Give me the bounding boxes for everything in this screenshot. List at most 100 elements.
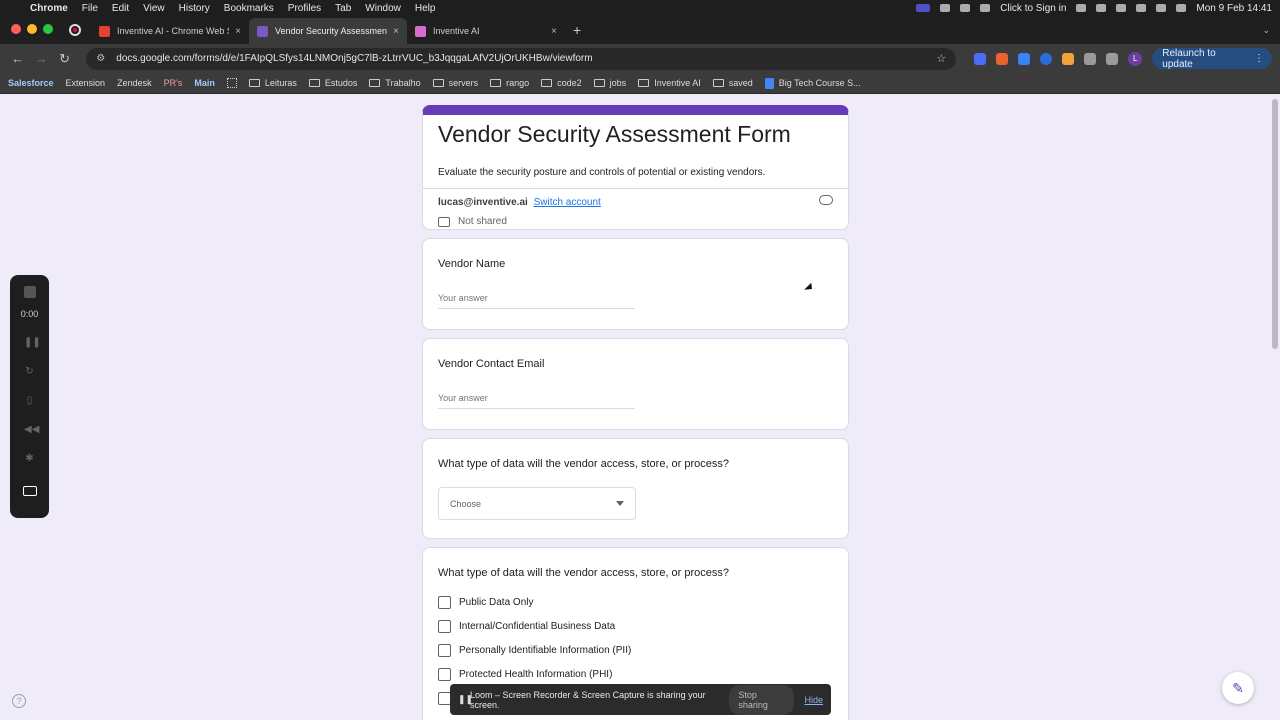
- menu-tab[interactable]: Tab: [335, 3, 351, 14]
- vendor-email-input[interactable]: Your answer: [438, 391, 635, 409]
- tab-vendor-security[interactable]: Vendor Security Assessment ×: [249, 18, 407, 44]
- bookmark-folder-rango[interactable]: rango: [490, 78, 529, 88]
- extension-badge-icon[interactable]: [1018, 52, 1031, 65]
- display-icon[interactable]: [1076, 4, 1087, 12]
- bookmark-folder-saved[interactable]: saved: [712, 78, 753, 88]
- restart-icon[interactable]: ↻: [24, 366, 35, 377]
- bookmark-big-tech-course[interactable]: Big Tech Course S...: [764, 77, 861, 89]
- bookmark-folder-servers[interactable]: servers: [432, 78, 479, 88]
- option-public-data[interactable]: Public Data Only: [438, 596, 533, 609]
- edit-pencil-icon[interactable]: ✎: [1222, 672, 1254, 704]
- relaunch-to-update-button[interactable]: Relaunch to update ⋮: [1152, 48, 1272, 70]
- help-icon[interactable]: ?: [12, 694, 26, 708]
- menu-history[interactable]: History: [179, 3, 210, 14]
- bookmark-folder-code2[interactable]: code2: [541, 78, 582, 88]
- menu-file[interactable]: File: [82, 3, 98, 14]
- close-tab-icon[interactable]: ×: [235, 26, 241, 37]
- data-type-dropdown[interactable]: Choose: [438, 487, 636, 520]
- menu-view[interactable]: View: [143, 3, 165, 14]
- option-label: Personally Identifiable Information (PII…: [459, 645, 632, 656]
- switch-account-link[interactable]: Switch account: [534, 197, 601, 208]
- extensions-puzzle-icon[interactable]: [1084, 52, 1097, 65]
- checkbox[interactable]: [438, 620, 451, 633]
- menu-profiles[interactable]: Profiles: [288, 3, 321, 14]
- menu-bookmarks[interactable]: Bookmarks: [224, 3, 274, 14]
- extension-icon[interactable]: [980, 4, 991, 12]
- close-window-button[interactable]: [11, 24, 21, 34]
- folder-icon: [712, 79, 724, 87]
- volume-icon[interactable]: [1116, 4, 1127, 12]
- extension-shield-icon[interactable]: [974, 52, 987, 65]
- extension-info-icon[interactable]: [1040, 52, 1053, 65]
- hide-banner-link[interactable]: Hide: [804, 695, 823, 705]
- stop-recording-icon[interactable]: [23, 286, 36, 298]
- tab-search-icon[interactable]: ⌄: [1262, 25, 1270, 36]
- option-label: Internal/Confidential Business Data: [459, 621, 616, 632]
- extension-spark-icon[interactable]: [1062, 52, 1075, 65]
- bookmark-folder-leituras[interactable]: Leituras: [248, 78, 297, 88]
- bookmark-folder-estudos[interactable]: Estudos: [308, 78, 357, 88]
- drawing-icon[interactable]: ✱: [24, 453, 35, 464]
- address-bar[interactable]: ⚙ docs.google.com/forms/d/e/1FAIpQLSfys1…: [86, 47, 957, 70]
- menu-window[interactable]: Window: [365, 3, 401, 14]
- new-tab-button[interactable]: +: [573, 22, 581, 38]
- option-pii[interactable]: Personally Identifiable Information (PII…: [438, 644, 631, 657]
- header-divider: [423, 188, 848, 189]
- menu-help[interactable]: Help: [415, 3, 436, 14]
- url-text[interactable]: docs.google.com/forms/d/e/1FAIpQLSfys14L…: [116, 53, 936, 64]
- minimize-window-button[interactable]: [27, 24, 37, 34]
- weather-icon[interactable]: [960, 4, 971, 12]
- option-internal-data[interactable]: Internal/Confidential Business Data: [438, 620, 615, 633]
- click-to-sign-in[interactable]: Click to Sign in: [1000, 3, 1066, 14]
- wifi-icon[interactable]: [1136, 4, 1147, 12]
- bookmark-folder-trabalho[interactable]: Trabalho: [369, 78, 421, 88]
- checkbox[interactable]: [438, 668, 451, 681]
- menu-app-name[interactable]: Chrome: [30, 3, 68, 14]
- bookmark-folder-jobs[interactable]: jobs: [593, 78, 626, 88]
- vendor-name-input[interactable]: Your answer: [438, 291, 635, 309]
- camera-icon[interactable]: [22, 486, 37, 496]
- cloud-save-icon: [819, 195, 833, 205]
- trash-icon[interactable]: ▯: [24, 395, 35, 406]
- page-scrollbar[interactable]: [1272, 99, 1278, 349]
- reload-icon[interactable]: ↻: [55, 51, 74, 67]
- control-center-icon[interactable]: [1176, 4, 1187, 12]
- tab-inventive-web-store[interactable]: Inventive AI - Chrome Web St ×: [91, 18, 249, 44]
- back-icon[interactable]: ←: [8, 51, 27, 66]
- close-tab-icon[interactable]: ×: [393, 26, 399, 37]
- bookmark-main[interactable]: Main: [194, 78, 215, 88]
- bookmark-prs[interactable]: PR's: [164, 78, 183, 88]
- folder-icon: [432, 79, 444, 87]
- screen-share-icon[interactable]: [916, 4, 931, 12]
- shield-icon[interactable]: [940, 4, 951, 12]
- stop-sharing-button[interactable]: Stop sharing: [729, 684, 795, 715]
- battery-icon[interactable]: [1096, 4, 1107, 12]
- bookmark-folder-inventive-ai[interactable]: Inventive AI: [638, 78, 701, 88]
- forward-icon[interactable]: →: [31, 51, 50, 66]
- option-label: Public Data Only: [459, 597, 534, 608]
- tab-inventive-ai[interactable]: Inventive AI ×: [407, 18, 565, 44]
- pause-icon[interactable]: ❚❚: [24, 337, 41, 348]
- apps-grid-icon[interactable]: [226, 78, 237, 88]
- bookmark-extension[interactable]: Extension: [66, 78, 106, 88]
- question-card-data-type-select: What type of data will the vendor access…: [422, 438, 849, 539]
- checkbox[interactable]: [438, 596, 451, 609]
- bookmark-zendesk[interactable]: Zendesk: [117, 78, 152, 88]
- checkbox[interactable]: [438, 644, 451, 657]
- bookmark-star-icon[interactable]: ☆: [936, 52, 946, 65]
- reading-list-icon[interactable]: [1106, 52, 1119, 65]
- profile-avatar[interactable]: L: [1128, 51, 1143, 66]
- bookmark-label: servers: [448, 78, 479, 88]
- maximize-window-button[interactable]: [43, 24, 53, 34]
- menu-clock[interactable]: Mon 9 Feb 14:41: [1196, 3, 1272, 14]
- dropdown-value: Choose: [450, 498, 482, 509]
- pause-sharing-icon[interactable]: ❚❚: [458, 694, 473, 705]
- site-info-icon[interactable]: ⚙: [96, 53, 108, 64]
- menu-edit[interactable]: Edit: [112, 3, 129, 14]
- rewind-icon[interactable]: ◀◀: [24, 424, 39, 435]
- extension-fox-icon[interactable]: [996, 52, 1009, 65]
- close-tab-icon[interactable]: ×: [551, 26, 557, 37]
- option-phi[interactable]: Protected Health Information (PHI): [438, 668, 612, 681]
- bookmark-salesforce[interactable]: Salesforce: [8, 78, 54, 88]
- search-icon[interactable]: [1156, 4, 1167, 12]
